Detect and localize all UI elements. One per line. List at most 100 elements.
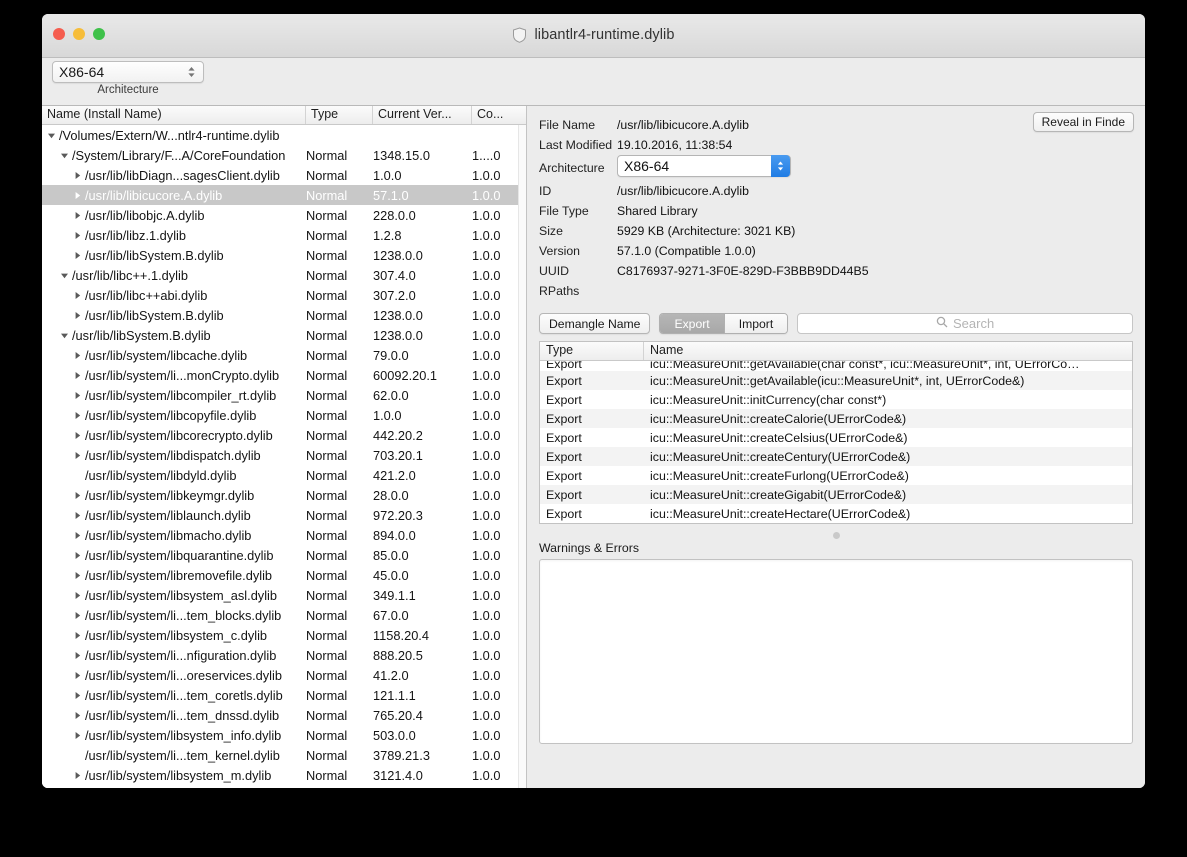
close-button[interactable] (53, 28, 65, 40)
tree-row[interactable]: /usr/lib/system/libdispatch.dylib Normal 7… (42, 445, 526, 465)
tree-row[interactable]: /usr/lib/system/liblaunch.dylib Normal 972… (42, 505, 526, 525)
tree-cell-type: Normal (306, 367, 348, 383)
tree-row[interactable]: /usr/lib/system/li...tem_blocks.dylib Nor… (42, 605, 526, 625)
tree-row[interactable]: /usr/lib/system/li...oreservices.dylib No… (42, 665, 526, 685)
symbol-row[interactable]: Export icu::MeasureUnit::createHectare(UE… (540, 504, 1132, 523)
column-header-name[interactable]: Name (Install Name) (42, 106, 306, 124)
tree-row[interactable]: /usr/lib/system/li...tem_kernel.dylib Nor… (42, 745, 526, 765)
disclosure-triangle-right-icon[interactable] (72, 610, 83, 621)
zoom-button[interactable] (93, 28, 105, 40)
disclosure-triangle-right-icon[interactable] (72, 250, 83, 261)
disclosure-triangle-right-icon[interactable] (72, 170, 83, 181)
disclosure-triangle-right-icon[interactable] (72, 230, 83, 241)
tree-row[interactable]: /usr/lib/system/libcache.dylib Normal 79.0… (42, 345, 526, 365)
symbol-row[interactable]: Export icu::MeasureUnit::createGigabit(UE… (540, 485, 1132, 504)
disclosure-triangle-down-icon[interactable] (59, 150, 70, 161)
tree-scrollbar[interactable] (518, 125, 526, 788)
tree-row[interactable]: /usr/lib/libSystem.B.dylib Normal 1238.0.0… (42, 305, 526, 325)
symbol-row[interactable]: Export icu::MeasureUnit::createCentury(UE… (540, 447, 1132, 466)
warnings-errors-textarea[interactable] (539, 559, 1133, 744)
tree-row[interactable]: /usr/lib/system/li...nfiguration.dylib No… (42, 645, 526, 665)
symbol-row[interactable]: Export icu::MeasureUnit::getAvailable(icu… (540, 371, 1132, 390)
architecture-popup-button[interactable]: X86-64 (52, 61, 204, 83)
tree-row[interactable]: /usr/lib/system/libkeymgr.dylib Normal 28.… (42, 485, 526, 505)
symbol-row[interactable]: Export icu::MeasureUnit::initCurrency(cha… (540, 390, 1132, 409)
tree-row[interactable]: /usr/lib/libSystem.B.dylib Normal 1238.0.0… (42, 245, 526, 265)
tree-row[interactable]: /usr/lib/system/libmacho.dylib Normal 894.… (42, 525, 526, 545)
disclosure-triangle-right-icon[interactable] (72, 410, 83, 421)
reveal-in-finder-button[interactable]: Reveal in Finde (1032, 112, 1134, 132)
tree-row[interactable]: /usr/lib/system/libdyld.dylib Normal 421.2… (42, 465, 526, 485)
disclosure-triangle-right-icon[interactable] (72, 210, 83, 221)
tree-row[interactable]: /System/Library/F...A/CoreFoundation Norm… (42, 145, 526, 165)
tree-row[interactable]: /usr/lib/system/libsystem_m.dylib Normal 3… (42, 765, 526, 785)
column-header-current-version[interactable]: Current Ver... (373, 106, 472, 124)
disclosure-triangle-down-icon[interactable] (59, 330, 70, 341)
search-input[interactable]: Search (797, 313, 1133, 334)
tree-row[interactable]: /usr/lib/libc++abi.dylib Normal 307.2.0 1.0… (42, 285, 526, 305)
tree-row[interactable]: /usr/lib/libicucore.A.dylib Normal 57.1.0 1… (42, 185, 526, 205)
disclosure-triangle-right-icon[interactable] (72, 630, 83, 641)
tree-cell-current-version: 703.20.1 (373, 447, 423, 463)
architecture-combo-box[interactable]: X86-64 (617, 155, 791, 177)
disclosure-triangle-right-icon[interactable] (72, 390, 83, 401)
disclosure-triangle-right-icon[interactable] (72, 710, 83, 721)
title-bar: libantlr4-runtime.dylib (42, 14, 1145, 58)
disclosure-triangle-right-icon[interactable] (72, 430, 83, 441)
disclosure-triangle-right-icon[interactable] (72, 490, 83, 501)
disclosure-triangle-right-icon[interactable] (72, 590, 83, 601)
disclosure-triangle-right-icon[interactable] (72, 190, 83, 201)
tree-row[interactable]: /usr/lib/system/libquarantine.dylib Norma… (42, 545, 526, 565)
tree-row[interactable]: /usr/lib/system/libremovefile.dylib Norma… (42, 565, 526, 585)
disclosure-triangle-right-icon[interactable] (72, 770, 83, 781)
disclosure-triangle-right-icon[interactable] (72, 550, 83, 561)
column-header-symbol-type[interactable]: Type (540, 342, 644, 360)
tree-row[interactable]: /usr/lib/libobjc.A.dylib Normal 228.0.0 1.0… (42, 205, 526, 225)
disclosure-triangle-right-icon[interactable] (72, 510, 83, 521)
tree-cell-type: Normal (306, 667, 348, 683)
disclosure-triangle-right-icon[interactable] (72, 370, 83, 381)
tree-row[interactable]: /usr/lib/system/libcopyfile.dylib Normal 1… (42, 405, 526, 425)
split-handle-dot[interactable] (832, 532, 840, 539)
disclosure-triangle-right-icon[interactable] (72, 650, 83, 661)
tree-row-label: /usr/lib/system/libsystem_m.dylib (85, 767, 272, 783)
tree-cell-type: Normal (306, 287, 348, 303)
tree-row[interactable]: /usr/lib/libDiagn...sagesClient.dylib Nor… (42, 165, 526, 185)
tree-row[interactable]: /usr/lib/system/li...monCrypto.dylib Norm… (42, 365, 526, 385)
disclosure-triangle-down-icon[interactable] (59, 270, 70, 281)
tree-row[interactable]: /usr/lib/system/libsystem_asl.dylib Norma… (42, 585, 526, 605)
symbol-row[interactable]: Export icu::MeasureUnit::createCalorie(UE… (540, 409, 1132, 428)
disclosure-triangle-right-icon[interactable] (72, 730, 83, 741)
column-header-symbol-name[interactable]: Name (644, 342, 1132, 360)
demangle-name-button[interactable]: Demangle Name (539, 313, 651, 334)
minimize-button[interactable] (73, 28, 85, 40)
tree-row[interactable]: /usr/lib/system/li...tem_dnssd.dylib Norm… (42, 705, 526, 725)
tree-row[interactable]: /usr/lib/libSystem.B.dylib Normal 1238.0.0… (42, 325, 526, 345)
tab-export[interactable]: Export (660, 314, 724, 333)
tab-import[interactable]: Import (723, 314, 788, 333)
column-header-type[interactable]: Type (306, 106, 373, 124)
tree-cell-name: /usr/lib/system/li...nfiguration.dylib (42, 648, 306, 663)
tree-row[interactable]: /usr/lib/system/li...tem_coretls.dylib No… (42, 685, 526, 705)
tree-row[interactable]: /Volumes/Extern/W...ntlr4-runtime.dylib (42, 125, 526, 145)
disclosure-triangle-right-icon[interactable] (72, 290, 83, 301)
disclosure-triangle-right-icon[interactable] (72, 310, 83, 321)
disclosure-triangle-right-icon[interactable] (72, 350, 83, 361)
symbol-row[interactable]: Export icu::MeasureUnit::getAvailable(cha… (540, 361, 1132, 371)
symbol-row[interactable]: Export icu::MeasureUnit::createFurlong(UE… (540, 466, 1132, 485)
tree-row[interactable]: /usr/lib/libc++.1.dylib Normal 307.4.0 1.0.… (42, 265, 526, 285)
disclosure-triangle-right-icon[interactable] (72, 570, 83, 581)
column-header-compatible-version[interactable]: Co... (472, 106, 525, 124)
symbol-row[interactable]: Export icu::MeasureUnit::createCelsius(UE… (540, 428, 1132, 447)
tree-row[interactable]: /usr/lib/system/libsystem_info.dylib Norm… (42, 725, 526, 745)
disclosure-triangle-right-icon[interactable] (72, 530, 83, 541)
updown-chevron-icon[interactable] (771, 155, 790, 177)
tree-row[interactable]: /usr/lib/system/libcorecrypto.dylib Norma… (42, 425, 526, 445)
tree-row[interactable]: /usr/lib/libz.1.dylib Normal 1.2.8 1.0.0 (42, 225, 526, 245)
disclosure-triangle-down-icon[interactable] (46, 130, 57, 141)
disclosure-triangle-right-icon[interactable] (72, 670, 83, 681)
tree-row[interactable]: /usr/lib/system/libsystem_c.dylib Normal 1… (42, 625, 526, 645)
tree-row[interactable]: /usr/lib/system/libcompiler_rt.dylib Norm… (42, 385, 526, 405)
disclosure-triangle-right-icon[interactable] (72, 690, 83, 701)
disclosure-triangle-right-icon[interactable] (72, 450, 83, 461)
